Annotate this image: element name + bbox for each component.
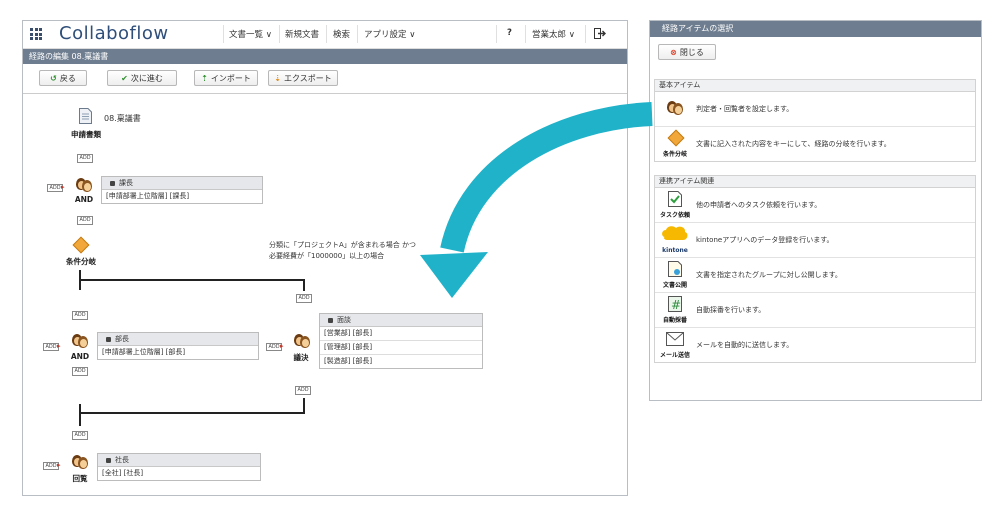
teal-curved-arrow-icon — [420, 102, 653, 298]
